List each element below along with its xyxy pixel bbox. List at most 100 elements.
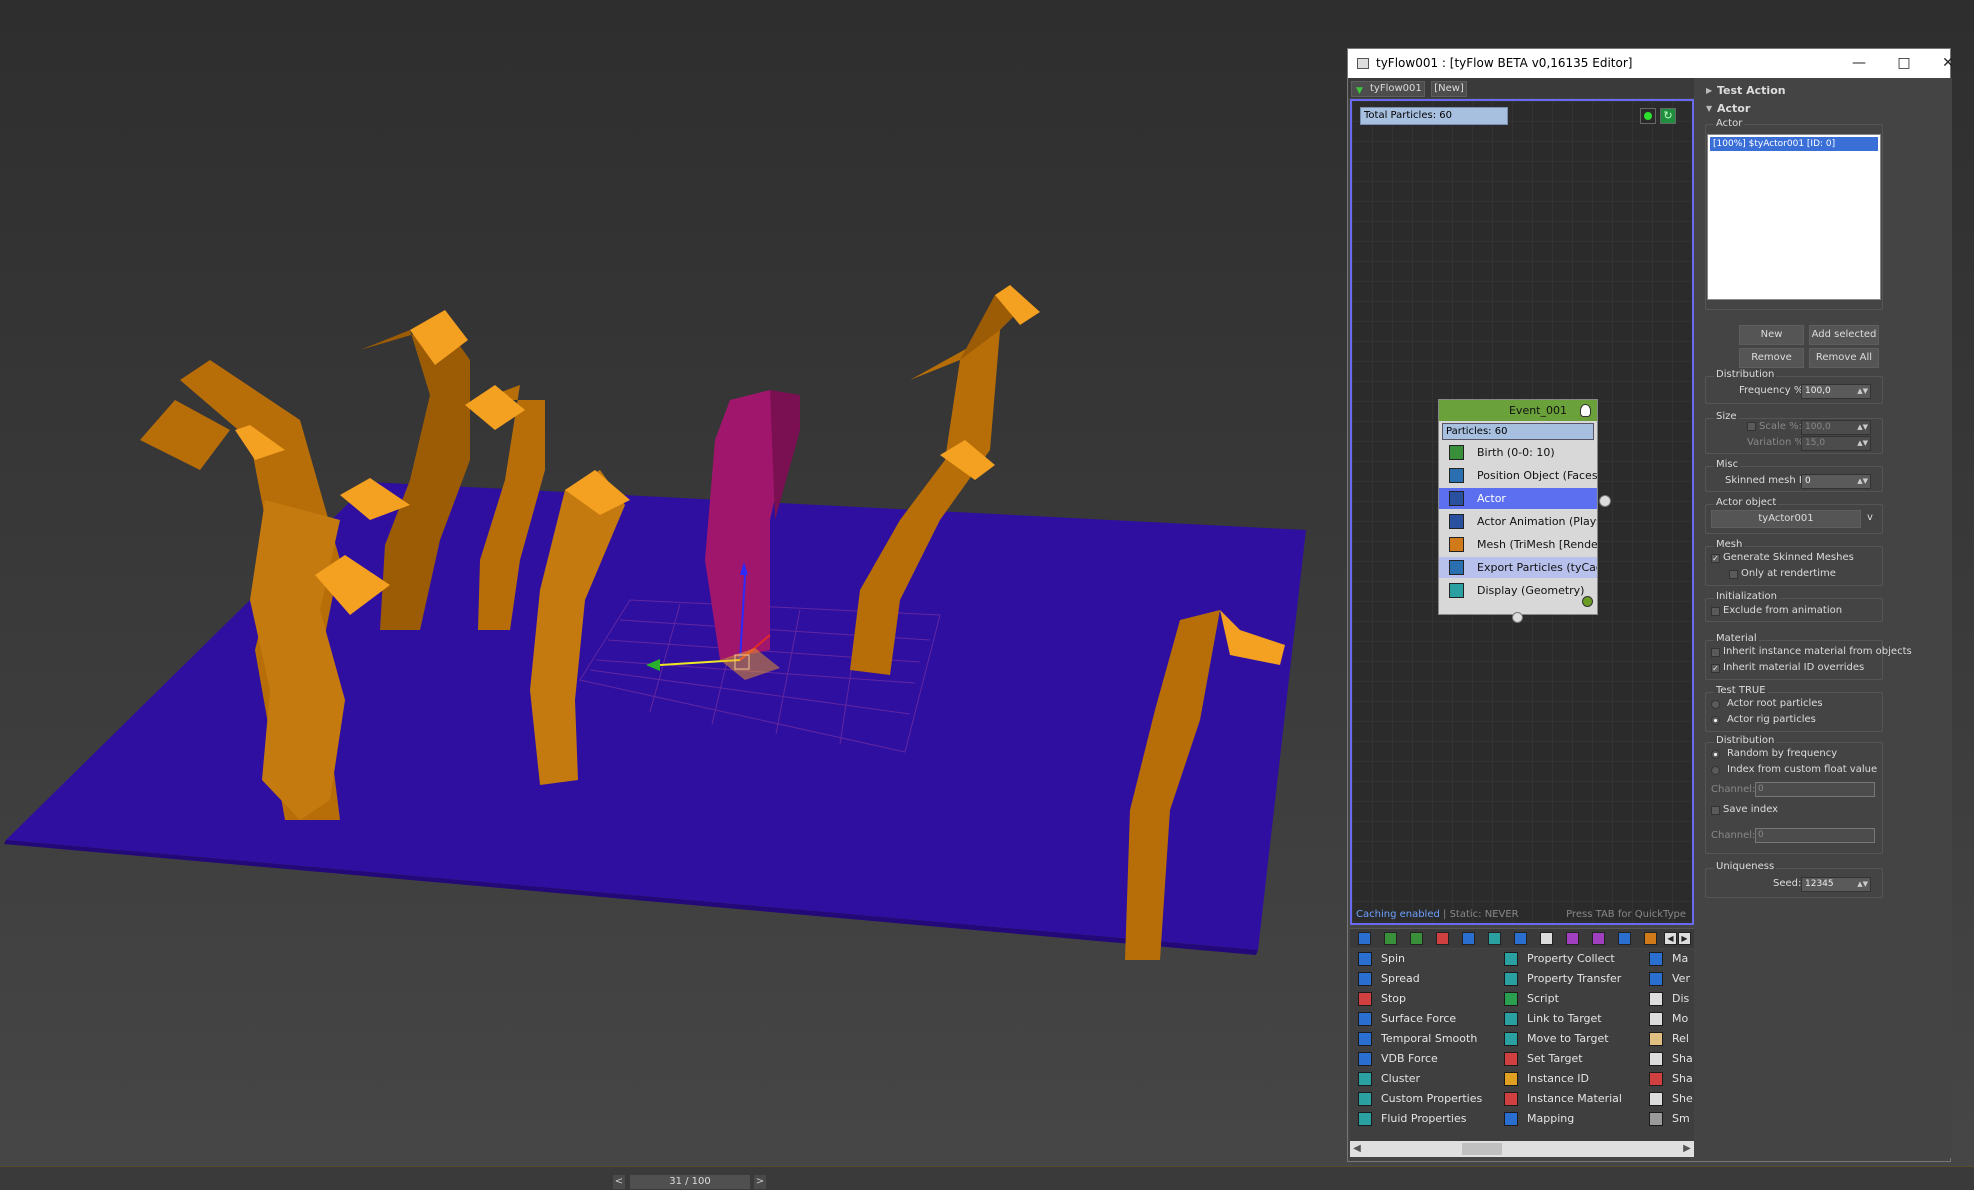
palette-item[interactable]: Dis: [1643, 991, 1689, 1007]
category-icon[interactable]: [1592, 932, 1605, 945]
exclude-anim-checkbox[interactable]: [1711, 607, 1720, 616]
scroll-left-icon[interactable]: ◀: [1350, 1141, 1364, 1157]
palette-item[interactable]: Mo: [1643, 1011, 1688, 1027]
operator-row[interactable]: Display (Geometry): [1439, 580, 1597, 601]
lightbulb-icon[interactable]: [1580, 404, 1591, 417]
spinner-arrows-icon[interactable]: ▲▼: [1857, 385, 1868, 398]
palette-item[interactable]: Spread: [1352, 971, 1420, 987]
event-header[interactable]: Event_001: [1439, 400, 1597, 421]
palette-item[interactable]: Mapping: [1498, 1111, 1574, 1127]
actor-list[interactable]: [100%] $tyActor001 [ID: 0]: [1707, 134, 1881, 300]
inherit-matid-checkbox[interactable]: ✓: [1711, 664, 1720, 673]
palette-item[interactable]: VDB Force: [1352, 1051, 1438, 1067]
palette-item[interactable]: Sha: [1643, 1071, 1693, 1087]
actor-output-port[interactable]: [1599, 495, 1611, 507]
palette-item[interactable]: Surface Force: [1352, 1011, 1456, 1027]
refresh-icon[interactable]: ↻: [1660, 108, 1676, 124]
category-icon[interactable]: [1410, 932, 1423, 945]
palette-item[interactable]: Link to Target: [1498, 1011, 1602, 1027]
channel2-field[interactable]: 0: [1755, 828, 1875, 843]
event-output-port[interactable]: [1512, 612, 1523, 623]
timeline-prev-button[interactable]: <: [613, 1175, 625, 1189]
toolbar-prev-icon[interactable]: ◀: [1664, 932, 1677, 945]
close-button[interactable]: ✕: [1936, 53, 1960, 73]
remove-button[interactable]: Remove: [1739, 348, 1804, 368]
actor-root-radio[interactable]: [1711, 700, 1720, 709]
maximize-button[interactable]: □: [1892, 53, 1916, 73]
new-button[interactable]: New: [1739, 325, 1804, 345]
palette-item[interactable]: Fluid Properties: [1352, 1111, 1466, 1127]
palette-item[interactable]: Custom Properties: [1352, 1091, 1482, 1107]
scroll-right-icon[interactable]: ▶: [1680, 1141, 1694, 1157]
display-color-swatch[interactable]: [1582, 596, 1593, 607]
palette-item[interactable]: Move to Target: [1498, 1031, 1609, 1047]
category-icon[interactable]: [1488, 932, 1501, 945]
operator-row[interactable]: Actor: [1439, 488, 1597, 509]
rollout-test-action[interactable]: ▶ Test Action: [1703, 82, 1885, 99]
timeline-next-button[interactable]: >: [754, 1175, 766, 1189]
palette-item[interactable]: Set Target: [1498, 1051, 1583, 1067]
palette-item[interactable]: Rel: [1643, 1031, 1689, 1047]
actor-object-picker[interactable]: tyActor001: [1711, 510, 1861, 528]
window-titlebar[interactable]: tyFlow001 : [tyFlow BETA v0,16135 Editor…: [1348, 49, 1954, 78]
actor-list-item[interactable]: [100%] $tyActor001 [ID: 0]: [1710, 137, 1878, 151]
operator-row[interactable]: Birth (0-0: 10): [1439, 442, 1597, 463]
operator-row[interactable]: Actor Animation (Play: "An...: [1439, 511, 1597, 532]
category-icon[interactable]: [1566, 932, 1579, 945]
scale-checkbox[interactable]: [1747, 422, 1756, 431]
palette-item[interactable]: Cluster: [1352, 1071, 1420, 1087]
palette-item[interactable]: Instance Material: [1498, 1091, 1622, 1107]
palette-item[interactable]: Instance ID: [1498, 1071, 1589, 1087]
add-selected-button[interactable]: Add selected: [1809, 325, 1879, 345]
operator-row[interactable]: Export Particles (tyCache): [1439, 557, 1597, 578]
category-icon[interactable]: [1540, 932, 1553, 945]
palette-item[interactable]: Script: [1498, 991, 1559, 1007]
actor-rig-radio[interactable]: [1711, 716, 1720, 725]
spinner-arrows-icon[interactable]: ▲▼: [1857, 437, 1868, 450]
category-icon[interactable]: [1462, 932, 1475, 945]
palette-item[interactable]: Ver: [1643, 971, 1690, 987]
variation-spinner[interactable]: 15,0 ▲▼: [1801, 436, 1871, 451]
skinned-mesh-spinner[interactable]: 0 ▲▼: [1801, 474, 1871, 489]
event-node[interactable]: Event_001 Particles: 60 Birth (0-0: 10) P…: [1438, 399, 1611, 623]
category-icon[interactable]: [1384, 932, 1397, 945]
palette-item[interactable]: She: [1643, 1091, 1693, 1107]
flow-graph[interactable]: Total Particles: 60 ↻ Event_001 Particle…: [1350, 99, 1694, 925]
index-custom-radio[interactable]: [1711, 766, 1720, 775]
palette-item[interactable]: Temporal Smooth: [1352, 1031, 1477, 1047]
rollout-actor[interactable]: ▼ Actor: [1703, 100, 1885, 117]
palette-item[interactable]: Sm: [1643, 1111, 1690, 1127]
only-rendertime-checkbox[interactable]: [1729, 570, 1738, 579]
toolbar-next-icon[interactable]: ▶: [1678, 932, 1691, 945]
scale-spinner[interactable]: 100,0 ▲▼: [1801, 420, 1871, 435]
palette-item[interactable]: Property Collect: [1498, 951, 1615, 967]
tab-tyflow001[interactable]: ▼ tyFlow001: [1351, 81, 1425, 97]
minimize-button[interactable]: —: [1847, 53, 1871, 73]
operator-row[interactable]: Mesh (TriMesh [Render]): [1439, 534, 1597, 555]
palette-item[interactable]: Sha: [1643, 1051, 1693, 1067]
actor-object-dropdown-icon[interactable]: v: [1867, 512, 1873, 523]
channel-field[interactable]: 0: [1755, 782, 1875, 797]
operator-row[interactable]: Position Object (Faces): [1439, 465, 1597, 486]
category-icon[interactable]: [1436, 932, 1449, 945]
palette-item[interactable]: Property Transfer: [1498, 971, 1621, 987]
status-indicator-icon[interactable]: [1640, 108, 1656, 124]
inherit-instance-checkbox[interactable]: [1711, 648, 1720, 657]
random-freq-radio[interactable]: [1711, 750, 1720, 759]
category-icon[interactable]: [1358, 932, 1371, 945]
frequency-spinner[interactable]: 100,0 ▲▼: [1801, 384, 1871, 399]
palette-item[interactable]: Stop: [1352, 991, 1406, 1007]
palette-item[interactable]: Ma: [1643, 951, 1688, 967]
spinner-arrows-icon[interactable]: ▲▼: [1857, 421, 1868, 434]
palette-item[interactable]: Spin: [1352, 951, 1405, 967]
category-icon[interactable]: [1514, 932, 1527, 945]
spinner-arrows-icon[interactable]: ▲▼: [1857, 475, 1868, 488]
seed-spinner[interactable]: 12345 ▲▼: [1801, 877, 1871, 892]
palette-scrollbar[interactable]: ◀ ▶: [1350, 1141, 1694, 1157]
spinner-arrows-icon[interactable]: ▲▼: [1857, 878, 1868, 891]
save-index-checkbox[interactable]: [1711, 806, 1720, 815]
remove-all-button[interactable]: Remove All: [1809, 348, 1879, 368]
generate-skinned-checkbox[interactable]: ✓: [1711, 554, 1720, 563]
timeline-slider[interactable]: 31 / 100: [630, 1175, 750, 1189]
scroll-thumb[interactable]: [1462, 1143, 1502, 1155]
